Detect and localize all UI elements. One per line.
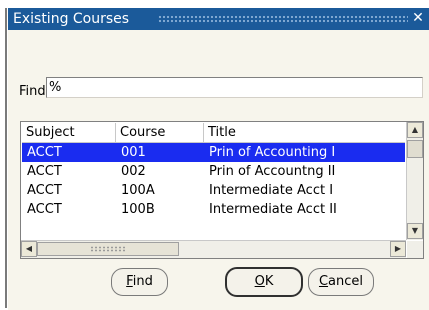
scroll-right-icon[interactable]: ▶ [390, 241, 406, 257]
cell-course: 100B [121, 202, 155, 217]
horizontal-scroll-thumb[interactable] [37, 242, 179, 256]
existing-courses-dialog: Existing Courses ✕ Find Subject Course T… [8, 8, 429, 310]
table-row[interactable]: ACCT 100B Intermediate Acct II [22, 200, 405, 219]
window-frame [5, 8, 7, 308]
cell-course: 001 [121, 145, 146, 160]
table-row[interactable]: ACCT 002 Prin of Accountng II [22, 162, 405, 181]
column-header-course[interactable]: Course [116, 123, 204, 142]
find-button-label: ind [132, 274, 153, 289]
cell-title: Prin of Accounting I [209, 145, 336, 160]
cell-subject: ACCT [27, 164, 62, 179]
window-title: Existing Courses [13, 11, 130, 27]
scroll-up-icon[interactable]: ▲ [407, 122, 423, 138]
courses-list-body: Subject Course Title ACCT 001 Prin of Acco… [22, 123, 405, 239]
table-row[interactable]: ACCT 100A Intermediate Acct I [22, 181, 405, 200]
title-bar[interactable]: Existing Courses ✕ [8, 8, 429, 30]
courses-list[interactable]: Subject Course Title ACCT 001 Prin of Acco… [20, 121, 424, 259]
cell-title: Intermediate Acct I [209, 183, 334, 198]
column-header-subject[interactable]: Subject [22, 123, 116, 142]
column-header-title[interactable]: Title [204, 123, 405, 142]
list-header: Subject Course Title [22, 123, 405, 143]
cell-course: 002 [121, 164, 146, 179]
ok-button-label: K [264, 274, 274, 289]
cell-subject: ACCT [27, 183, 62, 198]
title-bar-pattern [158, 15, 408, 24]
cell-title: Prin of Accountng II [209, 164, 336, 179]
scroll-left-icon[interactable]: ◀ [21, 241, 37, 257]
cell-title: Intermediate Acct II [209, 202, 337, 217]
close-icon[interactable]: ✕ [409, 9, 427, 28]
cancel-button[interactable]: Cancel [308, 268, 374, 296]
cancel-button-mnemonic: C [318, 274, 329, 289]
scroll-down-icon[interactable]: ▼ [407, 223, 423, 239]
cell-course: 100A [121, 183, 155, 198]
vertical-scrollbar[interactable]: ▲ ▼ [406, 122, 423, 240]
table-row[interactable]: ACCT 001 Prin of Accounting I [22, 143, 405, 162]
cancel-button-label: ancel [328, 274, 364, 289]
find-button[interactable]: Find [111, 268, 168, 296]
find-label: Find [19, 84, 46, 99]
vertical-scroll-thumb[interactable] [407, 140, 423, 158]
ok-button-mnemonic: O [254, 274, 265, 289]
find-input[interactable] [46, 77, 423, 98]
cell-subject: ACCT [27, 145, 62, 160]
scrollbar-corner [407, 241, 423, 258]
grip-icon [90, 246, 126, 252]
ok-button[interactable]: OK [225, 267, 303, 297]
cell-subject: ACCT [27, 202, 62, 217]
horizontal-scrollbar[interactable]: ◀ ▶ [21, 240, 406, 258]
